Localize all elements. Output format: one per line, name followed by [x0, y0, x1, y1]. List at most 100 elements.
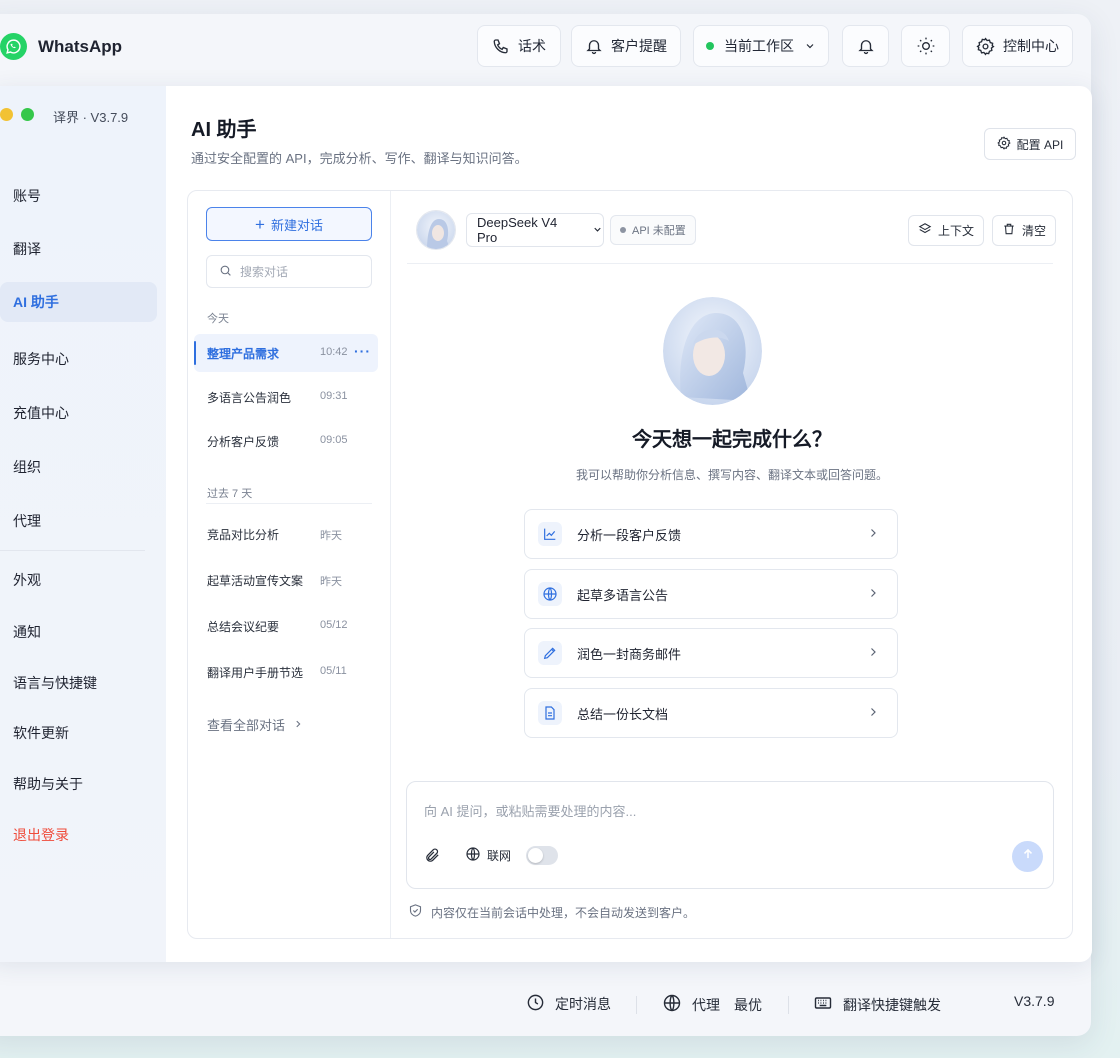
sidebar-item-help-about[interactable]: 帮助与关于 [0, 764, 157, 804]
api-status-label: API 未配置 [632, 225, 686, 237]
context-button[interactable]: 上下文 [908, 215, 985, 246]
chevron-right-icon [867, 586, 879, 603]
sidebar-item-appearance[interactable]: 外观 [0, 560, 157, 600]
web-toggle-switch[interactable] [526, 846, 559, 865]
conversation-item[interactable]: 整理产品需求 10:42 ··· [194, 334, 378, 372]
sidebar-item-service-center[interactable]: 服务中心 [0, 339, 157, 379]
plus-icon: + [255, 214, 265, 234]
suggestion-analyze-feedback[interactable]: 分析一段客户反馈 [524, 509, 898, 559]
online-dot-icon [706, 42, 714, 50]
suggestion-polish-email[interactable]: 润色一封商务邮件 [524, 628, 898, 678]
config-api-label: 配置 API [1016, 137, 1064, 152]
theme-toggle-button[interactable] [901, 25, 950, 67]
whatsapp-logo-icon [0, 33, 27, 60]
proxy-label: 代理 [692, 996, 720, 1013]
shield-icon [408, 903, 423, 921]
chevron-down-icon [592, 223, 603, 238]
control-center-button[interactable]: 控制中心 [962, 25, 1073, 67]
conversation-time: 09:05 [320, 434, 348, 446]
brand: WhatsApp [0, 33, 122, 60]
sidebar-item-software-update[interactable]: 软件更新 [0, 713, 157, 753]
message-composer[interactable]: 向 AI 提问，或粘贴需要处理的内容... 联网 [406, 781, 1054, 889]
conversation-title: 分析客户反馈 [207, 434, 280, 449]
suggestion-summarize-document[interactable]: 总结一份长文档 [524, 688, 898, 738]
version-label: 译界 · V3.7.9 [53, 110, 129, 125]
sidebar-item-language-shortcuts[interactable]: 语言与快捷键 [0, 663, 157, 703]
conversation-item[interactable]: 总结会议纪要 05/12 [194, 607, 378, 645]
conversation-item[interactable]: 翻译用户手册节选 05/11 [194, 653, 378, 691]
maximize-window-button[interactable] [21, 108, 34, 121]
proxy-status[interactable]: 代理 最优 [662, 993, 762, 1016]
page-subtitle: 通过安全配置的 API，完成分析、写作、翻译与知识问答。 [191, 151, 528, 166]
main-card: 译界 · V3.7.9 账号 翻译 AI 助手 服务中心 充值中心 组织 代理 … [0, 86, 1092, 962]
scheduled-label: 定时消息 [555, 996, 611, 1012]
sidebar-item-ai-assistant[interactable]: AI 助手 [0, 282, 157, 322]
workspace-select[interactable]: 当前工作区 [693, 25, 829, 67]
conversation-item[interactable]: 起草活动宣传文案 昨天 [194, 561, 378, 599]
conversation-item[interactable]: 多语言公告润色 09:31 [194, 378, 378, 416]
sidebar-item-recharge-center[interactable]: 充值中心 [0, 393, 157, 433]
conversation-item[interactable]: 分析客户反馈 09:05 [194, 422, 378, 460]
welcome-subtitle: 我可以帮助你分析信息、撰写内容、翻译文本或回答问题。 [575, 468, 888, 482]
sun-icon [916, 36, 936, 56]
chevron-right-icon [867, 645, 879, 662]
suggestion-draft-announcement[interactable]: 起草多语言公告 [524, 569, 898, 619]
conversation-list: + 新建对话 搜索对话 今天 整理产品需求 10:42 ··· 多语言公告润色 … [188, 191, 391, 938]
customer-reminders-button[interactable]: 客户提醒 [571, 25, 681, 67]
model-select[interactable]: DeepSeek V4 Pro [466, 213, 604, 247]
web-search-toggle[interactable]: 联网 [465, 846, 559, 865]
suggestion-label: 起草多语言公告 [577, 587, 669, 603]
group-divider [206, 503, 372, 504]
translate-shortcut-button[interactable]: 翻译快捷键触发 [813, 993, 941, 1016]
group-label-past-week: 过去 7 天 [207, 488, 253, 500]
clock-icon [526, 993, 545, 1015]
paperclip-icon[interactable] [424, 847, 441, 869]
status-separator [636, 996, 637, 1014]
conversation-time: 05/12 [320, 619, 348, 631]
sidebar-item-translate[interactable]: 翻译 [0, 229, 157, 269]
chevron-down-icon [804, 40, 816, 52]
minimize-window-button[interactable] [0, 108, 13, 121]
config-api-button[interactable]: 配置 API [984, 128, 1076, 160]
sidebar-item-organization[interactable]: 组织 [0, 447, 157, 487]
scripts-button[interactable]: 话术 [477, 25, 561, 67]
conversation-time: 09:31 [320, 390, 348, 402]
sidebar-item-logout[interactable]: 退出登录 [0, 815, 157, 855]
conversation-time: 05/11 [320, 665, 347, 677]
composer-placeholder: 向 AI 提问，或粘贴需要处理的内容... [424, 804, 637, 819]
see-all-conversations-link[interactable]: 查看全部对话 [207, 715, 303, 734]
status-separator [788, 996, 789, 1014]
scheduled-messages-button[interactable]: 定时消息 [526, 993, 611, 1015]
search-placeholder: 搜索对话 [240, 265, 289, 279]
chat-header-divider [407, 263, 1053, 264]
scripts-label: 话术 [518, 38, 546, 54]
control-center-label: 控制中心 [1003, 38, 1059, 54]
search-icon [219, 264, 232, 280]
search-conversations-input[interactable]: 搜索对话 [206, 255, 372, 288]
arrow-up-icon [1021, 847, 1035, 866]
version-text: V3.7.9 [1014, 993, 1055, 1009]
more-options-icon[interactable]: ··· [354, 343, 371, 359]
assistant-hero-avatar [663, 297, 762, 405]
privacy-text: 内容仅在当前会话中处理，不会自动发送到客户。 [431, 905, 696, 920]
conversation-title: 竞品对比分析 [207, 527, 280, 542]
clear-button[interactable]: 清空 [992, 215, 1057, 246]
workspace-label: 当前工作区 [724, 38, 794, 54]
sidebar-item-proxy[interactable]: 代理 [0, 501, 157, 541]
web-label: 联网 [487, 849, 512, 863]
reminders-label: 客户提醒 [611, 38, 667, 54]
conversation-title: 整理产品需求 [207, 346, 280, 361]
gear-icon [996, 135, 1011, 153]
notifications-button[interactable] [842, 25, 889, 67]
conversation-title: 起草活动宣传文案 [207, 573, 304, 588]
conversation-item[interactable]: 竞品对比分析 昨天 [194, 515, 378, 553]
status-bar: 定时消息 代理 最优 翻译快捷键触发 V3.7.9 [0, 980, 1092, 1028]
pen-icon [538, 641, 562, 665]
suggestion-label: 润色一封商务邮件 [577, 646, 682, 662]
send-button[interactable] [1012, 841, 1043, 872]
assistant-avatar [416, 210, 456, 250]
sidebar-item-account[interactable]: 账号 [0, 176, 157, 216]
chevron-right-icon [293, 717, 303, 732]
new-chat-button[interactable]: + 新建对话 [206, 207, 372, 241]
sidebar-item-notifications[interactable]: 通知 [0, 612, 157, 652]
